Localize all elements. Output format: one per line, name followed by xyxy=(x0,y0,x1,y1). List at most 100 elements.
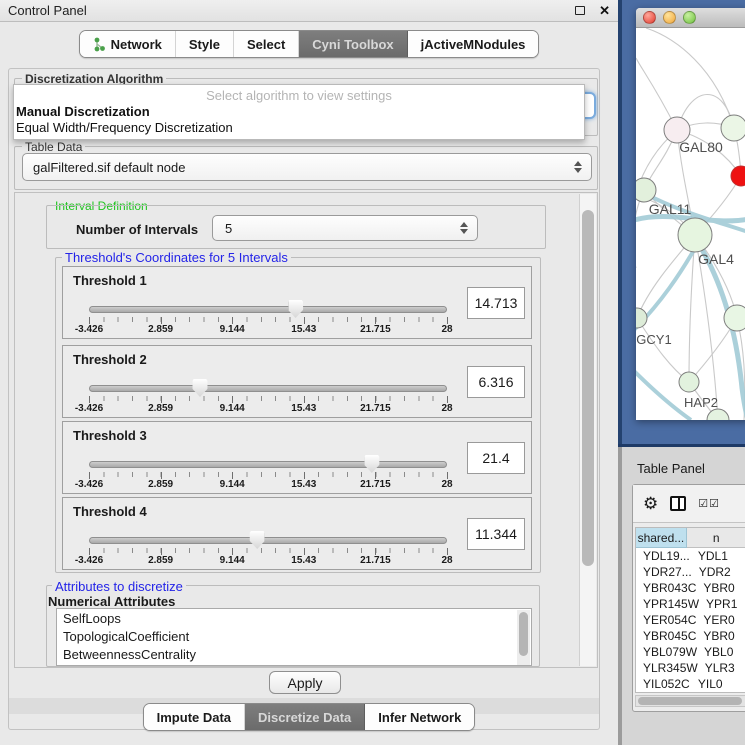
spinner-arrows-icon xyxy=(460,222,468,234)
scrollbar-thumb[interactable] xyxy=(519,612,528,656)
tab-select-label: Select xyxy=(247,37,285,52)
threshold-1-value[interactable]: 14.713 xyxy=(467,287,525,319)
node-red-selected[interactable] xyxy=(731,166,745,186)
tab-impute-label: Impute Data xyxy=(157,710,231,725)
tab-infer-network[interactable]: Infer Network xyxy=(365,704,474,730)
num-intervals-label: Number of Intervals xyxy=(76,222,198,237)
threshold-4-value[interactable]: 11.344 xyxy=(467,518,525,550)
threshold-4-slider[interactable]: -3.4262.8599.14415.4321.71528 xyxy=(89,534,447,568)
node-label-gcy1: GCY1 xyxy=(636,332,671,347)
table-row[interactable]: YLR345WYLR3 xyxy=(636,660,745,676)
tab-style[interactable]: Style xyxy=(176,31,234,57)
table-horizontal-scrollbar[interactable] xyxy=(635,695,745,707)
node-gal4[interactable] xyxy=(678,218,712,252)
node-table[interactable]: shared... n YDL19...YDL1 YDR27...YDR2 YB… xyxy=(635,527,745,693)
threshold-3-value[interactable]: 21.4 xyxy=(467,442,525,474)
column-header-name[interactable]: n xyxy=(687,528,745,548)
threshold-1-slider[interactable]: -3.4262.8599.14415.4321.71528 xyxy=(89,303,447,337)
list-vertical-scrollbar[interactable] xyxy=(517,610,530,666)
slider-minor-ticks xyxy=(89,317,447,322)
table-row[interactable]: YDL19...YDL1 xyxy=(636,548,745,564)
control-panel: Control Panel ✕ Network Style Select Cyn… xyxy=(0,0,618,745)
columns-icon[interactable] xyxy=(670,496,686,511)
node-label-gal4: GAL4 xyxy=(698,251,734,267)
slider-track[interactable] xyxy=(89,306,447,313)
close-icon[interactable]: ✕ xyxy=(599,3,610,19)
table-data-combobox[interactable]: galFiltered.sif default node xyxy=(22,153,592,181)
node-hap2[interactable] xyxy=(679,372,699,392)
thresholds-group-title: Threshold's Coordinates for 5 Intervals xyxy=(62,250,291,265)
slider-knob[interactable] xyxy=(364,455,379,473)
list-item[interactable]: SelfLoops xyxy=(57,609,531,627)
table-block: ⚙ ☑☑ shared... n YDL19...YDL1 YDR27...YD… xyxy=(632,484,745,712)
apply-button[interactable]: Apply xyxy=(269,671,341,694)
threshold-2-slider[interactable]: -3.4262.8599.14415.4321.71528 xyxy=(89,382,447,416)
tab-impute-data[interactable]: Impute Data xyxy=(144,704,245,730)
num-intervals-spinner[interactable]: 5 xyxy=(212,215,478,241)
table-row[interactable]: YER054CYER0 xyxy=(636,612,745,628)
table-row[interactable]: YBR043CYBR0 xyxy=(636,580,745,596)
minimize-traffic-light-icon[interactable] xyxy=(663,11,676,24)
table-data-group-title: Table Data xyxy=(22,140,85,154)
tab-select[interactable]: Select xyxy=(234,31,299,57)
scrollbar-thumb[interactable] xyxy=(638,697,742,705)
control-panel-titlebar: Control Panel ✕ xyxy=(0,0,618,22)
column-header-shared-name[interactable]: shared... xyxy=(636,528,687,548)
node-gal11[interactable] xyxy=(636,178,656,202)
network-window-titlebar[interactable] xyxy=(636,8,745,28)
slider-knob[interactable] xyxy=(192,379,207,397)
main-vertical-scrollbar[interactable] xyxy=(579,194,596,666)
table-row[interactable]: YPR145WYPR1 xyxy=(636,596,745,612)
table-data-selected: galFiltered.sif default node xyxy=(33,160,185,175)
slider-knob[interactable] xyxy=(250,531,265,549)
slider-tick-labels: -3.4262.8599.14415.4321.71528 xyxy=(89,403,447,415)
table-row[interactable]: YDR27...YDR2 xyxy=(636,564,745,580)
close-traffic-light-icon[interactable] xyxy=(643,11,656,24)
numerical-attributes-list[interactable]: SelfLoops TopologicalCoefficient Between… xyxy=(56,608,532,666)
tab-cyni-toolbox[interactable]: Cyni Toolbox xyxy=(299,31,407,57)
node-h[interactable] xyxy=(724,305,745,331)
numerical-attributes-label: Numerical Attributes xyxy=(48,594,175,609)
table-header-row: shared... n xyxy=(636,528,745,548)
threshold-2-value[interactable]: 6.316 xyxy=(467,366,525,398)
network-window[interactable]: GAL80 G. C GAL11 GAL4 GCY1 H HAP2 xyxy=(636,8,745,420)
zoom-traffic-light-icon[interactable] xyxy=(683,11,696,24)
float-window-icon[interactable] xyxy=(575,6,585,15)
threshold-3-slider[interactable]: -3.4262.8599.14415.4321.71528 xyxy=(89,458,447,492)
tab-jactivemnodules[interactable]: jActiveMNodules xyxy=(408,31,539,57)
table-row[interactable]: YIL052CYIL0 xyxy=(636,676,745,692)
slider-track[interactable] xyxy=(89,385,447,392)
node-g[interactable] xyxy=(721,115,745,141)
network-canvas[interactable]: GAL80 G. C GAL11 GAL4 GCY1 H HAP2 xyxy=(636,28,745,420)
threshold-1-panel: Threshold 1 -3.4262.8599.14415.4321.7152… xyxy=(62,266,532,339)
gear-icon[interactable]: ⚙ xyxy=(643,495,658,512)
network-graph: GAL80 G. C GAL11 GAL4 GCY1 H HAP2 xyxy=(636,28,745,420)
tab-discretize-data[interactable]: Discretize Data xyxy=(245,704,365,730)
popup-option-equal-width[interactable]: Equal Width/Frequency Discretization xyxy=(14,119,584,135)
tab-discretize-label: Discretize Data xyxy=(258,710,351,725)
panel-title: Control Panel xyxy=(8,3,87,18)
scrollbar-thumb[interactable] xyxy=(582,210,594,566)
top-tab-bar: Network Style Select Cyni Toolbox jActiv… xyxy=(0,30,618,58)
tab-network[interactable]: Network xyxy=(80,31,176,57)
list-item[interactable]: TopologicalCoefficient xyxy=(57,627,531,645)
slider-minor-ticks xyxy=(89,472,447,477)
node-gcy1[interactable] xyxy=(636,308,647,328)
combo-arrows-icon xyxy=(574,161,582,173)
checkbox-icons[interactable]: ☑☑ xyxy=(698,497,720,510)
table-row[interactable]: YBR045CYBR0 xyxy=(636,628,745,644)
slider-track[interactable] xyxy=(89,537,447,544)
table-toolbar: ⚙ ☑☑ xyxy=(633,485,745,523)
popup-hint: Select algorithm to view settings xyxy=(14,85,584,103)
table-panel: Table Panel ⚙ ☑☑ shared... n YDL19...YDL… xyxy=(618,447,745,745)
threshold-3-panel: Threshold 3 -3.4262.8599.14415.4321.7152… xyxy=(62,421,532,494)
table-row[interactable]: YBL079WYBL0 xyxy=(636,644,745,660)
tab-jactive-label: jActiveMNodules xyxy=(421,37,526,52)
threshold-3-label: Threshold 3 xyxy=(73,428,147,443)
popup-option-manual[interactable]: Manual Discretization xyxy=(14,103,584,119)
tab-network-label: Network xyxy=(111,37,162,52)
node-label-hap2: HAP2 xyxy=(684,395,718,410)
slider-knob[interactable] xyxy=(288,300,303,318)
list-item[interactable]: BetweennessCentrality xyxy=(57,645,531,663)
slider-track[interactable] xyxy=(89,461,447,468)
